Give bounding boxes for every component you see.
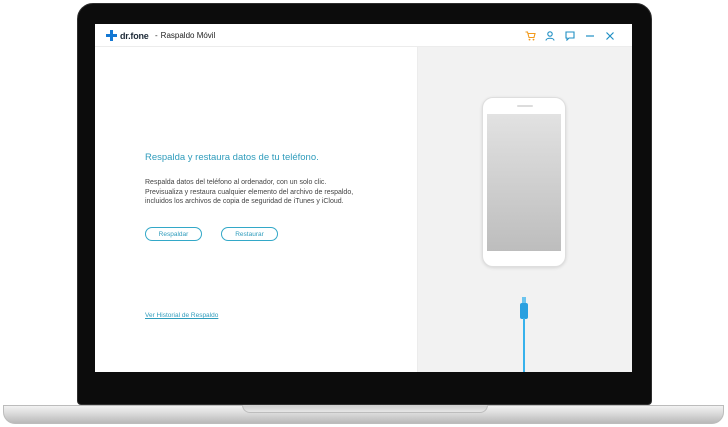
app-logo: dr.fone (106, 30, 149, 41)
description: Respalda datos del teléfono al ordenador… (145, 178, 385, 207)
phone-screen (487, 114, 561, 251)
backup-button[interactable]: Respaldar (145, 227, 202, 241)
usb-connector-icon (520, 303, 528, 319)
restore-button[interactable]: Restaurar (221, 227, 278, 241)
title-separator: - (155, 31, 158, 40)
laptop-base-notch (242, 405, 488, 413)
app-window: dr.fone - Raspaldo Móvil Respalda y resta… (95, 24, 632, 372)
plus-logo-icon (106, 30, 117, 41)
cart-icon[interactable] (520, 28, 540, 43)
close-icon[interactable] (600, 28, 620, 43)
usb-cable (523, 318, 525, 372)
description-line: Respalda datos del teléfono al ordenador… (145, 179, 327, 186)
content-pane: Respalda y restaura datos de tu teléfono… (95, 47, 418, 372)
brand-name: dr.fone (120, 30, 149, 41)
phone-illustration (482, 97, 566, 267)
titlebar-controls (520, 28, 620, 43)
user-icon[interactable] (540, 28, 560, 43)
titlebar: dr.fone - Raspaldo Móvil (95, 24, 632, 47)
page-headline: Respalda y restaura datos de tu teléfono… (145, 152, 319, 163)
window-title: Raspaldo Móvil (160, 31, 216, 40)
window-subtitle: - Raspaldo Móvil (155, 31, 215, 40)
description-line: incluidos los archivos de copia de segur… (145, 198, 344, 205)
minimize-icon[interactable] (580, 28, 600, 43)
device-illustration-pane (418, 47, 632, 372)
backup-history-link[interactable]: Ver Historial de Respaldo (145, 312, 218, 319)
description-line: Previsualiza y restaura cualquier elemen… (145, 188, 354, 196)
phone-speaker (517, 105, 533, 107)
feedback-icon[interactable] (560, 28, 580, 43)
